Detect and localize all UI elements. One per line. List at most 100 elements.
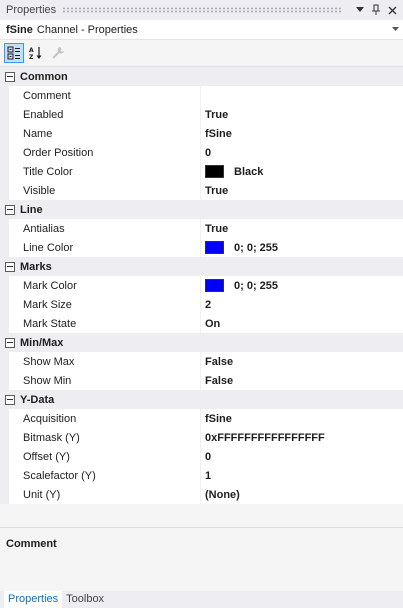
category-row[interactable]: Y-Data: [0, 390, 403, 409]
property-value[interactable]: 0xFFFFFFFFFFFFFFFF: [201, 428, 403, 447]
property-name: Acquisition: [9, 409, 201, 428]
object-selector[interactable]: fSine Channel - Properties: [0, 20, 403, 40]
row-gutter: [0, 143, 9, 162]
property-row[interactable]: Mark Color 0; 0; 255: [0, 276, 403, 295]
row-gutter: [0, 409, 9, 428]
property-row[interactable]: Visible True: [0, 181, 403, 200]
row-gutter: [0, 295, 9, 314]
property-name: Mark State: [9, 314, 201, 333]
window-position-dropdown-icon[interactable]: [353, 2, 367, 18]
property-value-text: False: [205, 374, 234, 387]
property-value[interactable]: False: [201, 371, 403, 390]
close-icon[interactable]: [385, 2, 399, 18]
category-label: Y-Data: [20, 393, 55, 406]
property-name: Line Color: [9, 238, 201, 257]
property-value-text: 0: [205, 450, 212, 463]
property-row[interactable]: Comment: [0, 86, 403, 105]
row-gutter: [0, 371, 9, 390]
row-gutter: [0, 352, 9, 371]
categorized-view-icon[interactable]: [4, 43, 24, 63]
property-row[interactable]: Show Max False: [0, 352, 403, 371]
row-gutter: [0, 447, 9, 466]
collapse-icon[interactable]: [5, 261, 15, 272]
category-label: Line: [20, 203, 43, 216]
row-gutter: [0, 181, 9, 200]
sort-alphabetical-icon[interactable]: A Z: [26, 43, 46, 63]
property-value[interactable]: True: [201, 105, 403, 124]
property-value-text: 0; 0; 255: [234, 279, 279, 292]
property-row[interactable]: Order Position 0: [0, 143, 403, 162]
property-value[interactable]: True: [201, 181, 403, 200]
row-gutter: [0, 466, 9, 485]
property-name: Show Min: [9, 371, 201, 390]
property-value-text: 0: [205, 146, 212, 159]
property-row[interactable]: Scalefactor (Y) 1: [0, 466, 403, 485]
property-row[interactable]: Antialias True: [0, 219, 403, 238]
property-row[interactable]: Bitmask (Y) 0xFFFFFFFFFFFFFFFF: [0, 428, 403, 447]
row-gutter: [0, 162, 9, 181]
property-row[interactable]: Mark Size 2: [0, 295, 403, 314]
property-value[interactable]: On: [201, 314, 403, 333]
property-name: Scalefactor (Y): [9, 466, 201, 485]
category-label: Marks: [20, 260, 52, 273]
property-value[interactable]: 1: [201, 466, 403, 485]
tab-properties[interactable]: Properties: [4, 591, 63, 608]
property-row[interactable]: Mark State On: [0, 314, 403, 333]
property-value-text: 1: [205, 469, 212, 482]
property-value[interactable]: 0: [201, 447, 403, 466]
property-value[interactable]: fSine: [201, 124, 403, 143]
property-value-text: 2: [205, 298, 212, 311]
property-value[interactable]: fSine: [201, 409, 403, 428]
pin-icon[interactable]: [369, 2, 383, 18]
property-name: Enabled: [9, 105, 201, 124]
property-row[interactable]: Name fSine: [0, 124, 403, 143]
property-value-text: False: [205, 355, 234, 368]
property-name: Unit (Y): [9, 485, 201, 504]
property-name: Order Position: [9, 143, 201, 162]
property-name: Title Color: [9, 162, 201, 181]
row-gutter: [0, 219, 9, 238]
category-label: Min/Max: [20, 336, 64, 349]
category-row[interactable]: Common: [0, 67, 403, 86]
category-row[interactable]: Min/Max: [0, 333, 403, 352]
property-value[interactable]: [201, 86, 403, 105]
wrench-icon[interactable]: [48, 43, 68, 63]
collapse-icon[interactable]: [5, 394, 15, 405]
property-row[interactable]: Enabled True: [0, 105, 403, 124]
property-name: Antialias: [9, 219, 201, 238]
property-row[interactable]: Acquisition fSine: [0, 409, 403, 428]
property-name: Name: [9, 124, 201, 143]
property-value[interactable]: 0; 0; 255: [201, 238, 403, 257]
properties-toolbar: A Z: [0, 40, 403, 66]
property-row[interactable]: Title Color Black: [0, 162, 403, 181]
property-value[interactable]: True: [201, 219, 403, 238]
collapse-icon[interactable]: [5, 71, 15, 82]
property-name: Offset (Y): [9, 447, 201, 466]
property-row[interactable]: Offset (Y) 0: [0, 447, 403, 466]
property-value[interactable]: False: [201, 352, 403, 371]
svg-text:Z: Z: [29, 54, 34, 60]
color-swatch: [205, 165, 224, 178]
property-row[interactable]: Show Min False: [0, 371, 403, 390]
property-name: Mark Color: [9, 276, 201, 295]
collapse-icon[interactable]: [5, 204, 15, 215]
drag-grip[interactable]: [62, 7, 343, 13]
chevron-down-icon[interactable]: [392, 25, 399, 34]
property-name: Bitmask (Y): [9, 428, 201, 447]
collapse-icon[interactable]: [5, 337, 15, 348]
property-value[interactable]: Black: [201, 162, 403, 181]
property-value-text: fSine: [205, 127, 232, 140]
category-row[interactable]: Line: [0, 200, 403, 219]
property-value[interactable]: 2: [201, 295, 403, 314]
property-value[interactable]: 0; 0; 255: [201, 276, 403, 295]
property-value[interactable]: (None): [201, 485, 403, 504]
row-gutter: [0, 485, 9, 504]
property-row[interactable]: Line Color 0; 0; 255: [0, 238, 403, 257]
category-row[interactable]: Marks: [0, 257, 403, 276]
tab-toolbox[interactable]: Toolbox: [62, 591, 108, 608]
object-name: fSine: [6, 23, 33, 36]
property-row[interactable]: Unit (Y) (None): [0, 485, 403, 504]
property-value[interactable]: 0: [201, 143, 403, 162]
property-value-text: 0; 0; 255: [234, 241, 279, 254]
property-grid: Common Comment Enabled True Name fSine Order P…: [0, 66, 403, 504]
